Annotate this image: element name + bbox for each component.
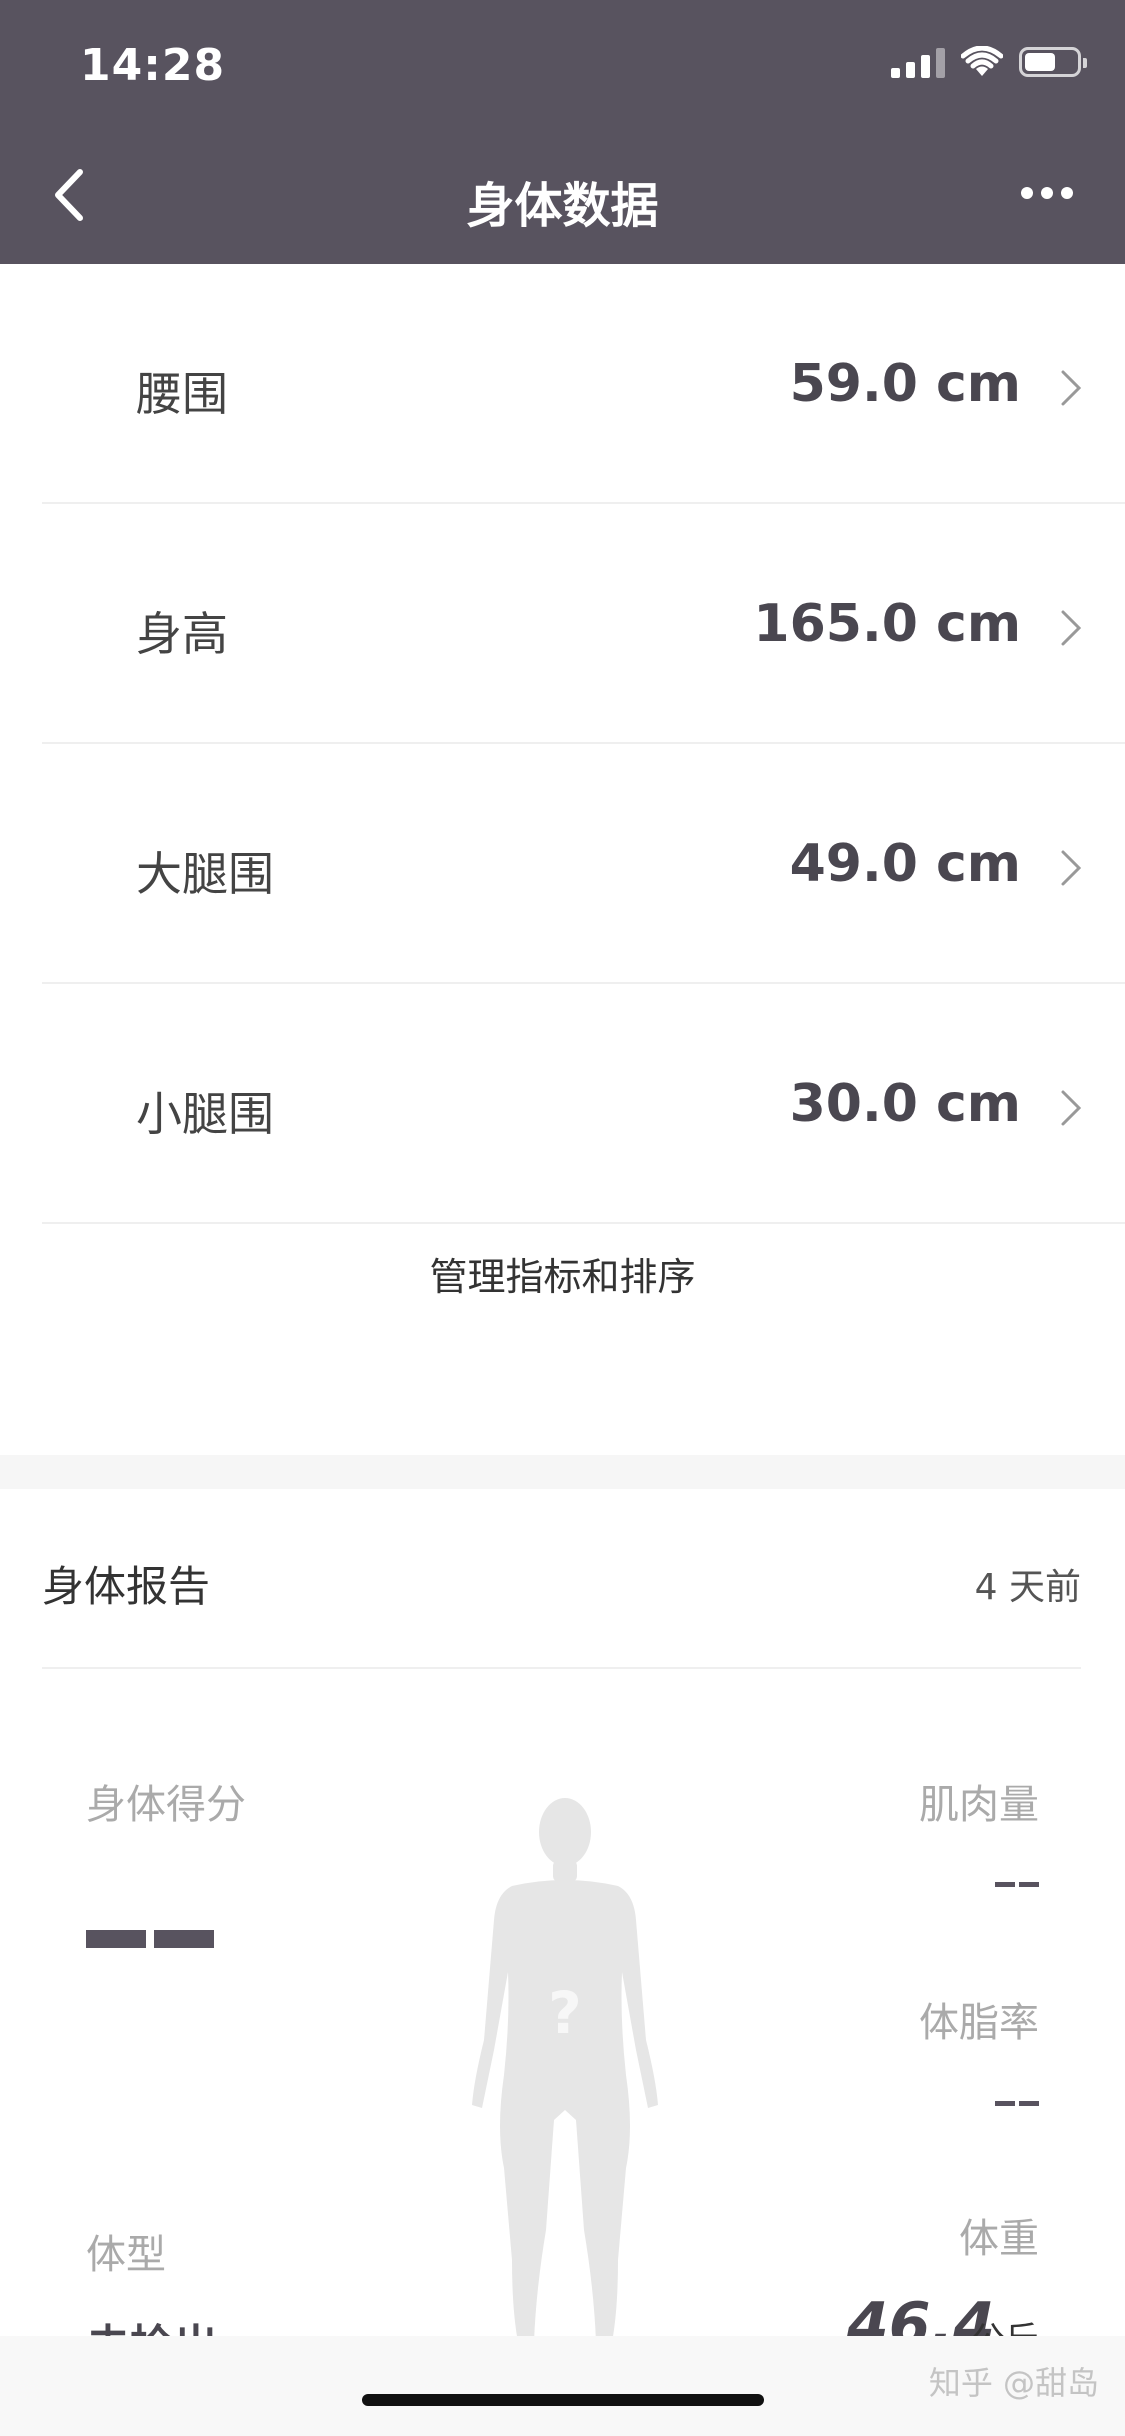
chevron-right-icon	[1061, 370, 1082, 406]
report-timestamp: 4 天前	[974, 1567, 1081, 1608]
divider	[42, 1222, 1125, 1224]
status-icons	[891, 46, 1087, 78]
battery-icon	[1019, 47, 1087, 77]
row-label: 大腿围	[136, 847, 274, 901]
body-type-label: 体型	[86, 2232, 166, 2278]
body-fat-label: 体脂率	[919, 2000, 1039, 2046]
body-fat-value	[995, 2101, 1039, 2106]
list-item-calf[interactable]: 小腿围 30.0 cm	[0, 984, 1125, 1224]
body-score-label: 身体得分	[86, 1782, 246, 1828]
row-value: 49.0 cm	[789, 834, 1021, 894]
list-item-height[interactable]: 身高 165.0 cm	[0, 504, 1125, 744]
row-value: 165.0 cm	[753, 594, 1021, 654]
list-item-waist[interactable]: 腰围 59.0 cm	[0, 264, 1125, 504]
more-icon[interactable]	[1021, 185, 1073, 201]
home-indicator[interactable]	[362, 2394, 764, 2406]
measurement-list: 腰围 59.0 cm 身高 165.0 cm 大腿围 49.0 cm 小腿围 3…	[0, 264, 1125, 1224]
row-label: 身高	[136, 607, 228, 661]
chevron-right-icon	[1061, 1090, 1082, 1126]
row-label: 腰围	[136, 367, 228, 421]
section-divider	[0, 1455, 1125, 1489]
page-title: 身体数据	[466, 178, 659, 234]
manage-metrics-button[interactable]: 管理指标和排序	[0, 1246, 1125, 1301]
divider	[42, 1667, 1081, 1669]
unknown-mark: ?	[548, 1979, 582, 2047]
chevron-right-icon	[1061, 850, 1082, 886]
row-value: 30.0 cm	[789, 1074, 1021, 1134]
wifi-icon	[961, 46, 1003, 76]
watermark: 知乎 @甜岛	[928, 2364, 1099, 2402]
row-label: 小腿围	[136, 1087, 274, 1141]
body-score-value	[86, 1930, 214, 1948]
muscle-label: 肌肉量	[919, 1782, 1039, 1828]
status-time: 14:28	[80, 40, 226, 91]
weight-label: 体重	[959, 2216, 1039, 2262]
report-title: 身体报告	[42, 1562, 211, 1611]
list-item-thigh[interactable]: 大腿围 49.0 cm	[0, 744, 1125, 984]
chevron-right-icon	[1061, 610, 1082, 646]
muscle-value	[995, 1882, 1039, 1887]
body-silhouette-icon: ?	[472, 1798, 658, 2342]
signal-icon	[891, 46, 945, 78]
row-value: 59.0 cm	[789, 354, 1021, 414]
top-bar: 14:28 身体数据	[0, 0, 1125, 264]
